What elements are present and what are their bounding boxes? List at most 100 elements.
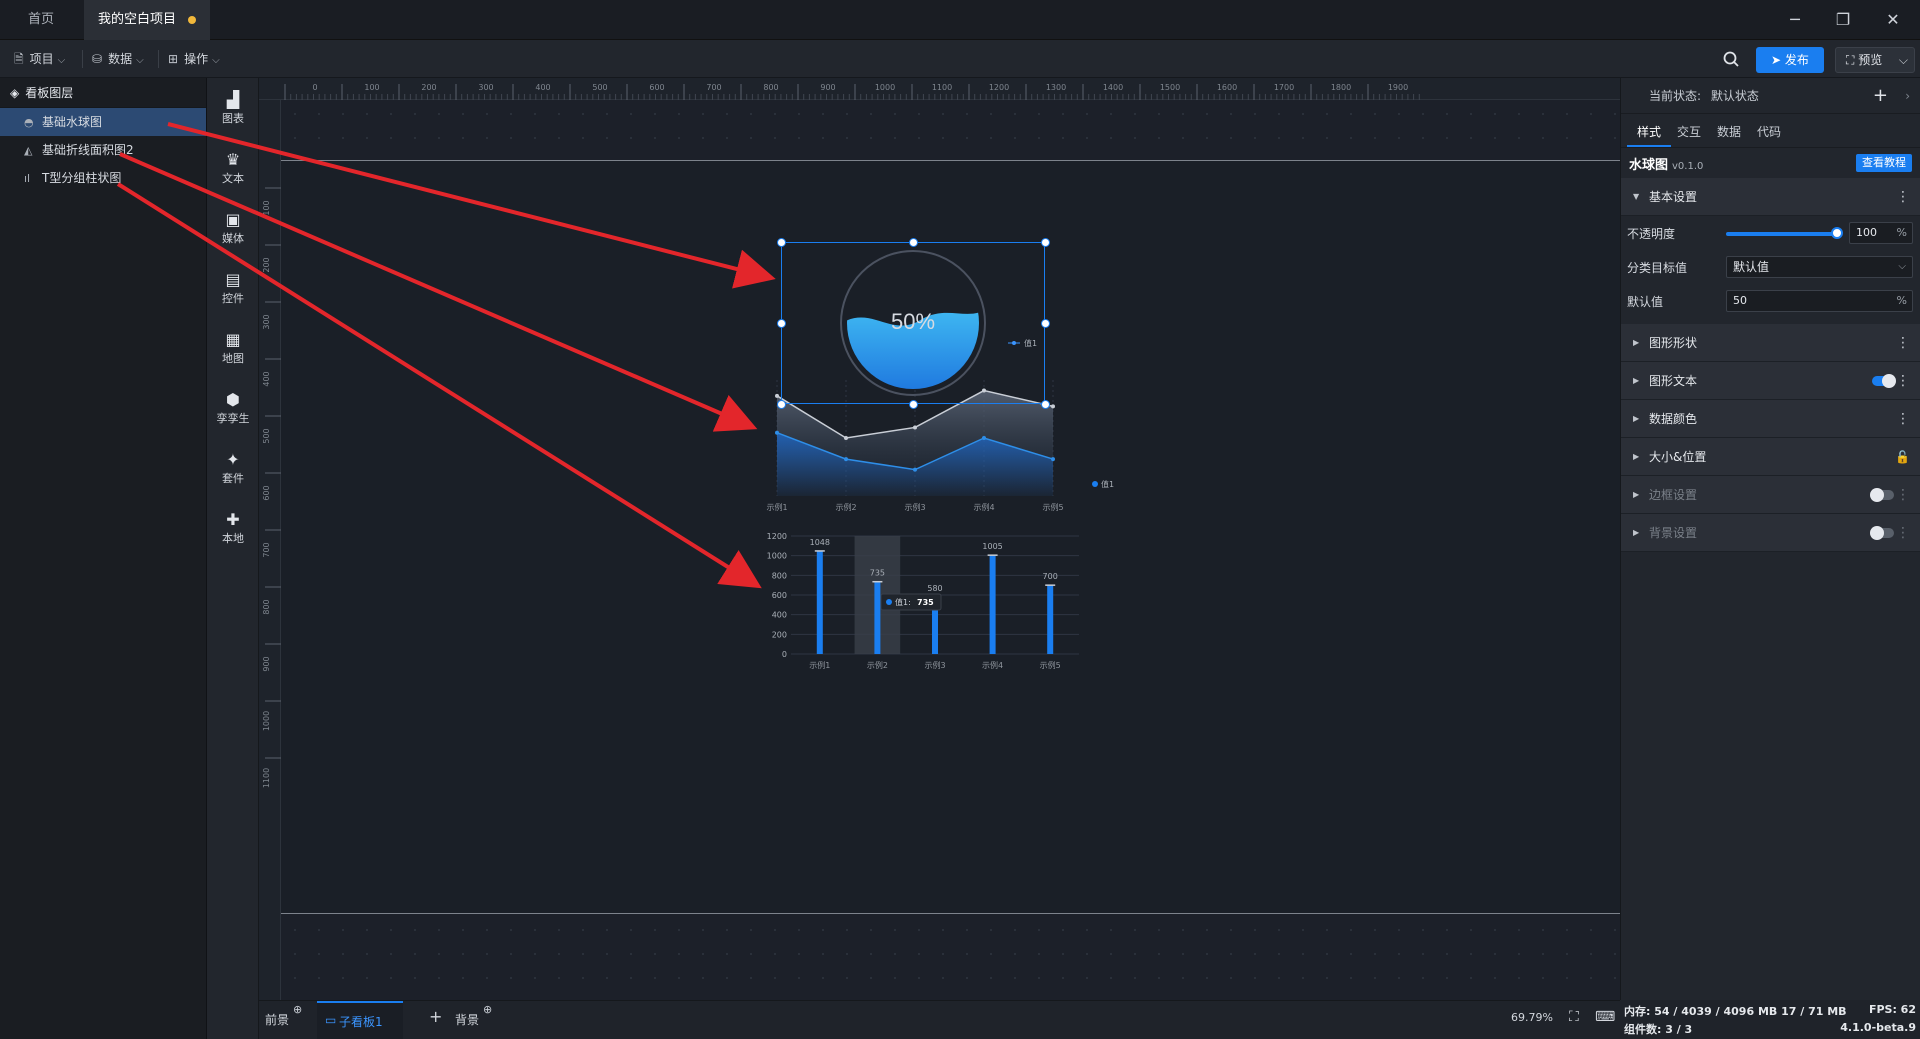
default-value-row: 默认值 50% <box>1621 284 1920 318</box>
cube-icon: ⬢ <box>226 390 240 409</box>
resize-handle[interactable] <box>909 400 918 409</box>
resize-handle[interactable] <box>1041 319 1050 328</box>
data-point <box>1051 457 1055 462</box>
chevron-right-icon[interactable]: › <box>1905 78 1910 114</box>
property-panel: 当前状态: 默认状态 + › 样式 交互 数据 代码 水球图 v0.1.0 查看教… <box>1620 78 1920 1000</box>
opacity-slider[interactable] <box>1726 232 1836 236</box>
ruler-top-ticks: 0 100 200 300 400 500 600 700 800 900 1000 1100 1200… <box>284 83 1420 100</box>
section-shape[interactable]: ▶ 图形形状 ⋮ <box>1621 324 1920 362</box>
app-version: 4.1.0-beta.9 <box>1840 1021 1916 1034</box>
x-tick-label: 示例1 <box>766 502 787 512</box>
layer-item-bar-chart[interactable]: ıl T型分组柱状图 <box>0 164 206 192</box>
add-board-icon[interactable]: + <box>429 1007 442 1026</box>
comp-label: 控件 <box>222 292 244 305</box>
opacity-slider-handle[interactable] <box>1831 227 1843 239</box>
comp-chart[interactable]: ▟ 图表 <box>207 90 259 126</box>
tutorial-button[interactable]: 查看教程 <box>1856 154 1912 172</box>
ruler-left-ticks: 100 200 300 400 500 600 700 800 900 1000 1100 <box>262 187 281 788</box>
section-color[interactable]: ▶ 数据颜色 ⋮ <box>1621 400 1920 438</box>
comp-map[interactable]: ▦ 地图 <box>207 330 259 366</box>
minimize-icon[interactable]: ─ <box>1780 8 1810 32</box>
bar <box>1047 585 1054 654</box>
search-icon[interactable] <box>1722 50 1740 68</box>
comp-control[interactable]: ▤ 控件 <box>207 270 259 306</box>
comp-kit[interactable]: ✦ 套件 <box>207 450 259 486</box>
waterball-selection-frame[interactable]: 50% 值1 值2 <box>777 238 1050 409</box>
tab-back[interactable]: 背景 <box>455 1011 479 1028</box>
tab-project[interactable]: 我的空白项目 <box>84 0 211 40</box>
y-tick-label: 1200 <box>767 532 787 541</box>
background-toggle[interactable] <box>1870 526 1894 540</box>
ruler-label: 0 <box>312 83 317 92</box>
resize-handle[interactable] <box>909 238 918 247</box>
add-circle-icon[interactable]: ⊕ <box>483 1003 492 1016</box>
ruler-label: 100 <box>262 200 271 215</box>
more-icon[interactable]: ⋮ <box>1896 476 1910 514</box>
ruler-label: 1200 <box>989 83 1009 92</box>
resize-handle[interactable] <box>1041 238 1050 247</box>
section-background[interactable]: ▶ 背景设置 ⋮ <box>1621 514 1920 552</box>
menu-project[interactable]: 🗎 项目 ⌵ <box>14 48 65 70</box>
lock-icon[interactable]: 🔓 <box>1895 438 1910 476</box>
section-text[interactable]: ▶ 图形文本 ⋮ <box>1621 362 1920 400</box>
category-label: 分类目标值 <box>1627 261 1688 275</box>
tab-home[interactable]: 首页 <box>14 0 68 40</box>
tab-code[interactable]: 代码 <box>1757 123 1781 140</box>
tab-sub-board-active[interactable]: ▭ 子看板1 <box>317 1001 403 1039</box>
publish-button[interactable]: ➤ 发布 <box>1756 47 1824 73</box>
section-size-position[interactable]: ▶ 大小&位置 🔓 <box>1621 438 1920 476</box>
divider <box>158 50 159 68</box>
resize-handle[interactable] <box>1041 400 1050 409</box>
zoom-level[interactable]: 69.79% <box>1511 1011 1553 1024</box>
area-chart-icon: ◭ <box>24 144 33 157</box>
close-icon[interactable]: ✕ <box>1878 8 1908 32</box>
border-toggle[interactable] <box>1870 488 1894 502</box>
state-value[interactable]: 默认状态 <box>1711 89 1759 103</box>
fit-screen-icon[interactable]: ⛶ <box>1569 1009 1579 1025</box>
layer-item-waterball[interactable]: ◓ 基础水球图 <box>0 108 206 136</box>
comp-label: 地图 <box>222 352 244 365</box>
comp-local[interactable]: ✚ 本地 <box>207 510 259 546</box>
more-icon[interactable]: ⋮ <box>1896 324 1910 362</box>
comp-media[interactable]: ▣ 媒体 <box>207 210 259 246</box>
fps-status: FPS: 62 <box>1868 1003 1916 1016</box>
keyboard-icon[interactable]: ⌨ <box>1595 1009 1615 1025</box>
menu-operate[interactable]: ⊞ 操作 ⌵ <box>168 48 220 70</box>
tab-interaction[interactable]: 交互 <box>1677 123 1701 140</box>
tab-front[interactable]: 前景 <box>265 1011 289 1028</box>
data-label: 700 <box>1043 572 1058 581</box>
resize-handle[interactable] <box>777 400 786 409</box>
section-border[interactable]: ▶ 边框设置 ⋮ <box>1621 476 1920 514</box>
default-value-input[interactable]: 50% <box>1726 290 1913 312</box>
tab-style[interactable]: 样式 <box>1637 123 1661 140</box>
canvas-area[interactable]: 0 100 200 300 400 500 600 700 800 900 1000 1100 1200… <box>259 78 1620 1000</box>
ruler-label: 700 <box>706 83 721 92</box>
category-select[interactable]: 默认值 ⌵ <box>1726 256 1913 278</box>
layer-item-area-chart[interactable]: ◭ 基础折线面积图2 <box>0 136 206 164</box>
comp-twin[interactable]: ⬢ 孪孪生 <box>207 390 259 426</box>
resize-handle[interactable] <box>777 238 786 247</box>
text-toggle[interactable] <box>1872 374 1896 388</box>
section-basic[interactable]: ▼ 基本设置 ⋮ <box>1621 178 1920 216</box>
ruler-label: 1600 <box>1217 83 1237 92</box>
tab-data[interactable]: 数据 <box>1717 123 1741 140</box>
resize-handle[interactable] <box>777 319 786 328</box>
preview-button[interactable]: ⛶ 预览 ⌵ <box>1835 47 1915 73</box>
opacity-input[interactable]: 100% <box>1849 222 1913 244</box>
comp-text[interactable]: ♛ 文本 <box>207 150 259 186</box>
x-tick-label: 示例5 <box>1042 502 1063 512</box>
category-row: 分类目标值 默认值 ⌵ <box>1621 250 1920 284</box>
more-icon[interactable]: ⋮ <box>1896 178 1910 216</box>
y-tick-label: 0 <box>782 650 787 659</box>
menu-data[interactable]: ⛁ 数据 ⌵ <box>92 48 144 70</box>
more-icon[interactable]: ⋮ <box>1896 400 1910 438</box>
bar-chart[interactable]: 1200 1000 800 600 400 200 0 1048 示例1 735 示例2 580 示例3… <box>759 520 1119 690</box>
section-label: 大小&位置 <box>1649 450 1707 464</box>
restore-icon[interactable]: ❐ <box>1828 8 1858 32</box>
add-state-icon[interactable]: + <box>1873 78 1888 114</box>
add-circle-icon[interactable]: ⊕ <box>293 1003 302 1016</box>
data-label: 1005 <box>982 542 1002 551</box>
more-icon[interactable]: ⋮ <box>1896 362 1910 400</box>
more-icon[interactable]: ⋮ <box>1896 514 1910 552</box>
ruler-label: 1000 <box>875 83 895 92</box>
